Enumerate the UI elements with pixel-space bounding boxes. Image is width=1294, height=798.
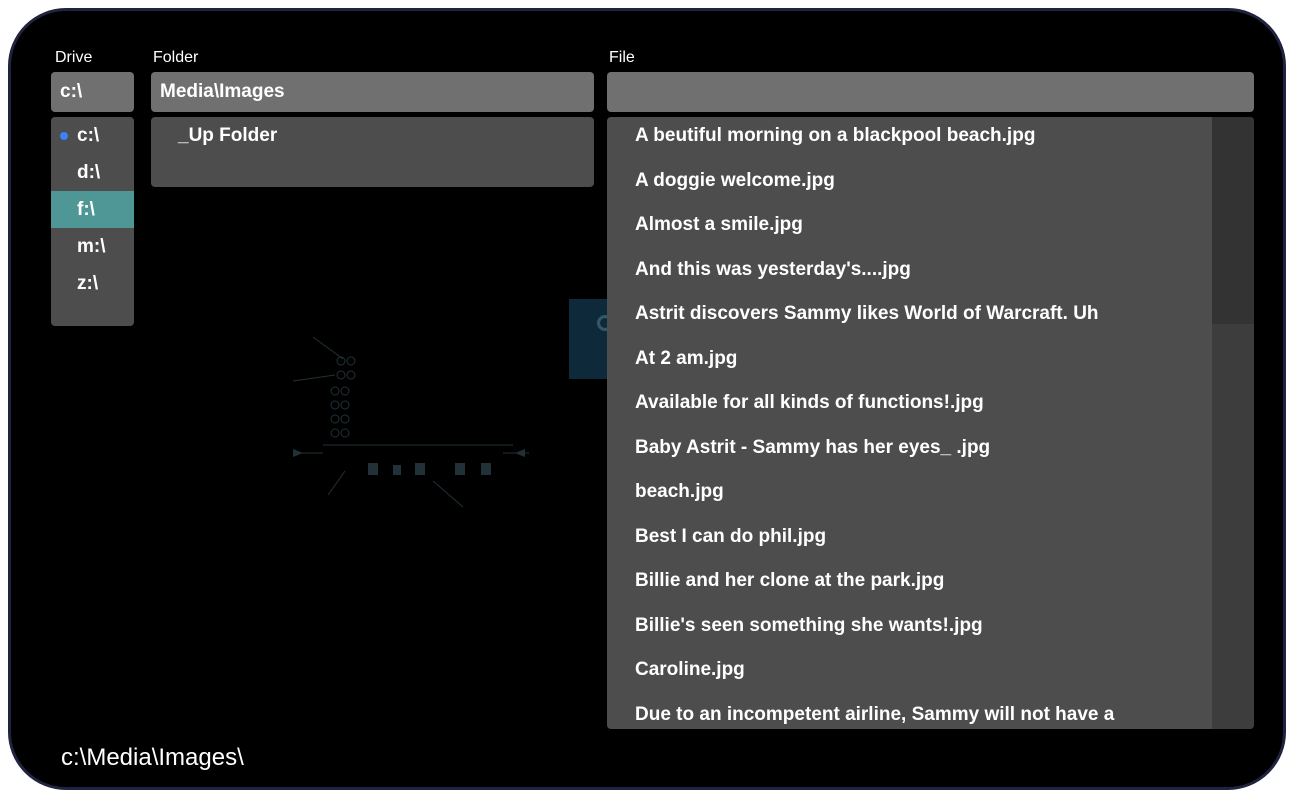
background-help-diagram-icon — [292, 336, 529, 508]
drive-item-label: m:\ — [77, 236, 106, 257]
list-item[interactable]: Baby Astrit - Sammy has her eyes_ .jpg — [607, 429, 1210, 474]
list-item[interactable]: At 2 am.jpg — [607, 340, 1210, 385]
folder-field[interactable]: Media\Images — [151, 72, 594, 112]
list-item[interactable]: Due to an incompetent airline, Sammy wil… — [607, 696, 1210, 730]
list-item[interactable]: Almost a smile.jpg — [607, 206, 1210, 251]
scrollbar-thumb[interactable] — [1212, 117, 1254, 324]
current-path: c:\Media\Images\ — [61, 744, 244, 771]
drive-item-d[interactable]: d:\ — [51, 154, 134, 191]
list-item[interactable]: Astrit discovers Sammy likes World of Wa… — [607, 295, 1210, 340]
drive-item-z[interactable]: z:\ — [51, 265, 134, 302]
folder-item-label: _Up Folder — [178, 125, 278, 146]
list-item[interactable]: A doggie welcome.jpg — [607, 162, 1210, 207]
list-item[interactable]: Billie and her clone at the park.jpg — [607, 562, 1210, 607]
drive-item-label: c:\ — [77, 125, 100, 146]
drive-item-label: f:\ — [77, 199, 95, 220]
file-list-items: A beutiful morning on a blackpool beach.… — [607, 117, 1210, 729]
drive-field[interactable]: c:\ — [51, 72, 134, 112]
drive-item-label: d:\ — [77, 162, 101, 183]
drive-item-m[interactable]: m:\ — [51, 228, 134, 265]
folder-list: _Up Folder — [151, 117, 594, 187]
drive-column-label: Drive — [55, 49, 93, 66]
folder-item-up[interactable]: _Up Folder — [151, 117, 594, 155]
drive-item-c[interactable]: c:\ — [51, 117, 134, 154]
file-column-label: File — [609, 49, 635, 66]
file-list: A beutiful morning on a blackpool beach.… — [607, 117, 1254, 729]
list-item[interactable]: A beutiful morning on a blackpool beach.… — [607, 117, 1210, 162]
list-item[interactable]: Available for all kinds of functions!.jp… — [607, 384, 1210, 429]
drive-item-f[interactable]: f:\ — [51, 191, 134, 228]
file-browser-window: Drive Folder File c:\ Media\Images c:\ d… — [8, 8, 1286, 790]
folder-column-label: Folder — [153, 49, 199, 66]
list-item[interactable]: Caroline.jpg — [607, 651, 1210, 696]
list-item[interactable]: And this was yesterday's....jpg — [607, 251, 1210, 296]
list-item[interactable]: Billie's seen something she wants!.jpg — [607, 607, 1210, 652]
list-item[interactable]: beach.jpg — [607, 473, 1210, 518]
background-thumbnail — [569, 299, 609, 379]
drive-item-label: z:\ — [77, 273, 99, 294]
drive-list: c:\ d:\ f:\ m:\ z:\ — [51, 117, 134, 326]
list-item[interactable]: Best I can do phil.jpg — [607, 518, 1210, 563]
file-list-scrollbar[interactable] — [1212, 117, 1254, 729]
active-drive-dot-icon — [60, 132, 68, 140]
file-field[interactable] — [607, 72, 1254, 112]
